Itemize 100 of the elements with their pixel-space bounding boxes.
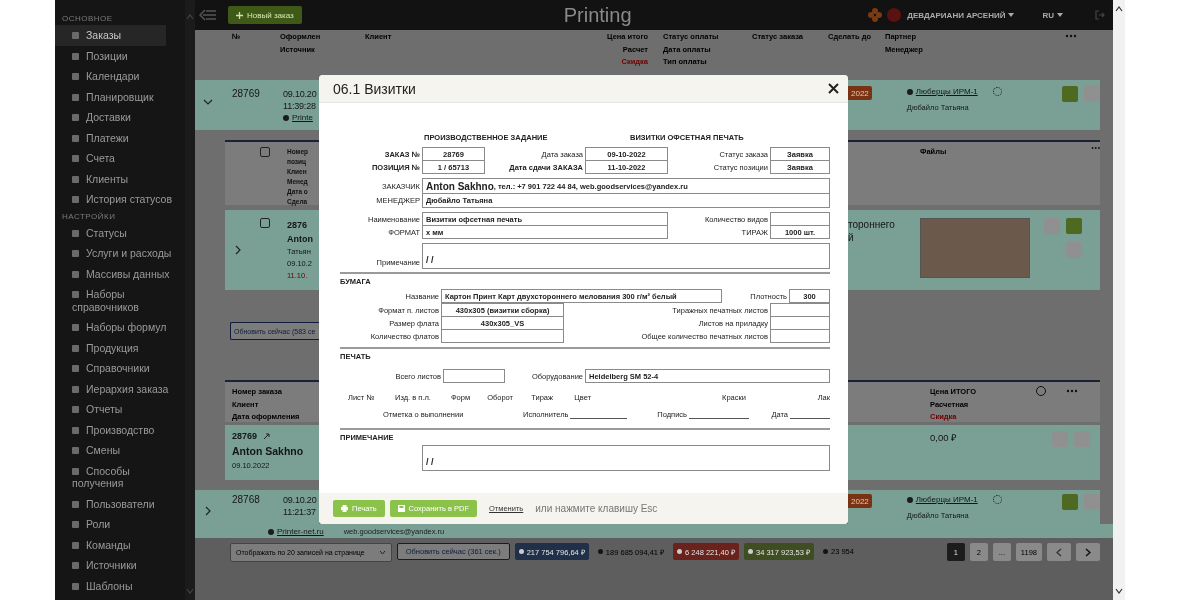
product-name: й bbox=[848, 231, 855, 244]
order-row[interactable]: 28768 09.10.20 11:21:37 bbox=[195, 490, 319, 524]
partner-link[interactable]: Люберцы ИРМ-1 bbox=[915, 495, 978, 504]
client-name: Anton Sakhno bbox=[232, 444, 305, 459]
printer-icon bbox=[341, 505, 348, 512]
action-button[interactable] bbox=[1062, 494, 1079, 510]
caret-icon bbox=[378, 550, 386, 555]
arrow-icon[interactable] bbox=[263, 432, 271, 440]
order-number: 28769 bbox=[232, 88, 261, 101]
note-value: / / bbox=[422, 445, 830, 471]
order-date: 09.10.20 bbox=[283, 88, 317, 100]
order-row[interactable]: 28769 09.10.20 11:39:28 Printe bbox=[195, 80, 319, 130]
scrollbar[interactable] bbox=[1113, 0, 1125, 600]
square-icon bbox=[72, 447, 79, 454]
client-name: Anton bbox=[287, 233, 313, 246]
square-icon bbox=[72, 541, 79, 549]
chevron-up-icon[interactable] bbox=[1115, 6, 1123, 12]
dialog-title: 06.1 Визитки bbox=[333, 80, 416, 97]
plus-icon bbox=[236, 11, 243, 19]
order-number: 28768 bbox=[232, 494, 261, 507]
square-icon bbox=[72, 467, 79, 475]
square-icon bbox=[72, 582, 79, 590]
partner-link[interactable]: Люберцы ИРМ-1 bbox=[915, 87, 978, 96]
chevron-left-icon bbox=[1056, 547, 1062, 557]
sidebar-item[interactable]: Платежи bbox=[55, 127, 185, 148]
empty-cell bbox=[770, 303, 830, 317]
more-icon[interactable] bbox=[1090, 146, 1100, 150]
hint-text: или нажмите клавишу Esc bbox=[535, 503, 658, 514]
chevron-right-icon[interactable] bbox=[235, 245, 241, 255]
user-menu[interactable]: ДЕВДАРИАНИ АРСЕНИЙ bbox=[907, 10, 1015, 20]
more-icon[interactable] bbox=[1066, 389, 1078, 393]
chevron-right-icon bbox=[1085, 547, 1091, 557]
checkbox[interactable] bbox=[260, 218, 270, 228]
avatar-circle[interactable] bbox=[887, 8, 902, 22]
square-icon bbox=[72, 291, 79, 298]
sidebar-item[interactable]: Отчеты bbox=[55, 399, 185, 420]
sidebar-item[interactable]: Роли bbox=[55, 514, 185, 535]
empty-cell bbox=[770, 329, 830, 343]
square-icon bbox=[72, 365, 79, 372]
action-button[interactable] bbox=[1062, 86, 1079, 102]
chevron-down-icon[interactable] bbox=[1115, 588, 1123, 594]
more-icon[interactable] bbox=[1065, 34, 1077, 38]
sidebar-item[interactable]: Команды bbox=[55, 534, 185, 555]
previous-page-button[interactable] bbox=[1047, 543, 1071, 561]
sidebar-item[interactable]: Иерархия заказа bbox=[55, 378, 185, 399]
square-icon bbox=[72, 52, 79, 60]
app-title: Printing bbox=[563, 3, 632, 27]
price-text: 0,00 ₽ bbox=[930, 431, 959, 445]
sidebar-item[interactable]: Смены bbox=[55, 440, 185, 461]
position-number: 2876 bbox=[287, 219, 309, 232]
square-icon bbox=[72, 93, 79, 101]
sidebar-item[interactable]: Календари bbox=[55, 66, 185, 87]
chevron-right-icon[interactable] bbox=[203, 506, 213, 516]
square-icon bbox=[72, 114, 79, 121]
language-menu[interactable]: RU bbox=[1042, 10, 1063, 20]
square-icon bbox=[72, 175, 79, 183]
square-icon bbox=[72, 32, 79, 39]
sidebar-item[interactable]: Доставки bbox=[55, 107, 185, 128]
square-icon bbox=[72, 134, 79, 142]
new-order-button[interactable]: Новый заказ bbox=[228, 6, 302, 24]
date-badge: 2022 bbox=[848, 494, 872, 508]
sidebar-item[interactable]: Планировщик bbox=[55, 86, 185, 107]
sidebar-item[interactable]: Позиции bbox=[55, 45, 185, 66]
sidebar-item[interactable]: Наборы справочников bbox=[55, 284, 185, 317]
checkbox[interactable] bbox=[260, 147, 270, 157]
source-link[interactable]: Printe bbox=[292, 113, 313, 122]
section-title: НАСТРОЙКИ bbox=[61, 210, 117, 223]
note-value: / / bbox=[422, 243, 830, 269]
sidebar-item[interactable]: Заказы bbox=[55, 25, 166, 46]
order-number: 28769 bbox=[232, 430, 258, 443]
sidebar-item[interactable]: История статусов bbox=[55, 189, 185, 210]
sidebar-item[interactable]: Источники bbox=[55, 555, 185, 576]
sidebar-item[interactable]: Массивы данных bbox=[55, 263, 185, 284]
sidebar-item[interactable]: Услуги и расходы bbox=[55, 243, 185, 264]
sidebar-item[interactable]: Справочники bbox=[55, 358, 185, 379]
sidebar-item[interactable]: Клиенты bbox=[55, 168, 185, 189]
sidebar-item[interactable]: Статусы bbox=[55, 222, 185, 243]
close-icon[interactable] bbox=[828, 83, 839, 94]
caret-icon bbox=[1057, 13, 1063, 17]
sidebar-item[interactable]: Шаблоны bbox=[55, 575, 185, 596]
next-page-button[interactable] bbox=[1076, 543, 1100, 561]
source-link[interactable]: Printer-net.ru bbox=[277, 527, 324, 536]
sidebar-item[interactable]: Счета bbox=[55, 148, 185, 169]
order-time: 11:21:37 bbox=[283, 506, 317, 518]
order-date: 09.10.20 bbox=[283, 494, 317, 506]
menu-icon[interactable] bbox=[199, 9, 217, 21]
sidebar-item[interactable]: Пользователи bbox=[55, 493, 185, 514]
chevron-down-icon[interactable] bbox=[203, 98, 213, 106]
sidebar-item[interactable]: Производство bbox=[55, 419, 185, 440]
logout-icon[interactable] bbox=[1095, 10, 1105, 20]
square-icon bbox=[72, 562, 79, 569]
date-badge: 2022 bbox=[848, 86, 872, 100]
sidebar-item[interactable]: Продукция bbox=[55, 337, 185, 358]
square-icon bbox=[72, 196, 79, 203]
square-icon bbox=[72, 324, 79, 331]
square-icon bbox=[72, 426, 79, 434]
sidebar-item[interactable]: Наборы формул bbox=[55, 317, 185, 338]
sidebar-item[interactable]: Способы получения bbox=[55, 460, 185, 494]
square-icon bbox=[72, 385, 79, 393]
empty-cell bbox=[770, 212, 830, 226]
